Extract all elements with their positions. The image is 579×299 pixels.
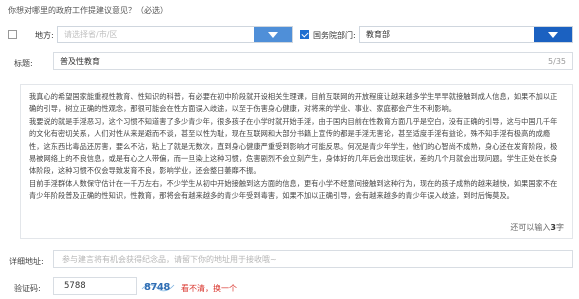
content-text: 我真心的希望国家能重视性教育、性知识的科普，有必要在初中阶段就开设相关生理课，目… [29,91,564,203]
title-input-value: 普及性教育 [60,56,100,66]
remaining-prefix: 还可以输入 [510,223,551,232]
captcha-refresh-link[interactable]: 看不清，换一个 [181,283,237,294]
captcha-input-value: 5788 [64,281,86,291]
region-select[interactable]: 请选择省/市/区 [57,26,293,43]
address-placeholder: 参与建言将有机会获得纪念品，请留下你的地址用于接收哦~ [62,254,277,264]
department-select[interactable]: 教育部 [359,26,573,43]
content-paragraph: 目前手淫群体人数保守估计在一千万左右，不少学生从初中开始接触到这方面的信息，更有… [29,178,558,201]
region-label: 地方: [35,31,54,40]
department-checkbox[interactable] [300,30,309,39]
captcha-label: 验证码: [14,284,41,293]
department-dropdown-button[interactable] [534,27,572,42]
captcha-image-text: 8748 [144,282,170,293]
address-input[interactable]: 参与建言将有机会获得纪念品，请留下你的地址用于接收哦~ [53,250,573,268]
captcha-image[interactable]: 8748 [141,277,175,295]
department-checkbox-row[interactable] [300,30,309,39]
region-checkbox-row[interactable] [8,30,17,39]
content-textarea[interactable]: 我真心的希望国家能重视性教育、性知识的科普，有必要在初中阶段就开设相关生理课，目… [20,84,573,239]
remaining-char-info: 还可以输入3字 [510,222,564,233]
title-char-counter: 5/35 [548,56,566,66]
remaining-suffix: 字 [556,223,564,232]
department-label: 国务院部门: [313,31,356,40]
region-prompt: 你想对哪里的政府工作提建议意见？（必选） [8,6,168,15]
triangle-down-icon [268,31,278,38]
region-checkbox[interactable] [8,30,17,39]
address-label: 详细地址: [9,257,44,266]
department-select-value: 教育部 [366,30,390,39]
region-dropdown-button[interactable] [254,27,292,42]
title-label: 标题: [14,59,33,68]
content-paragraph: 我要说的就是手淫恶习，这个习惯不知道害了多少青少年，很多孩子在小学时就开始手淫，… [29,116,558,176]
captcha-input[interactable]: 5788 [53,277,137,295]
title-input[interactable]: 普及性教育 5/35 [53,52,573,70]
triangle-down-icon [548,31,558,38]
region-select-placeholder: 请选择省/市/区 [64,30,118,39]
content-paragraph: 我真心的希望国家能重视性教育、性知识的科普，有必要在初中阶段就开设相关生理课，目… [29,92,558,114]
